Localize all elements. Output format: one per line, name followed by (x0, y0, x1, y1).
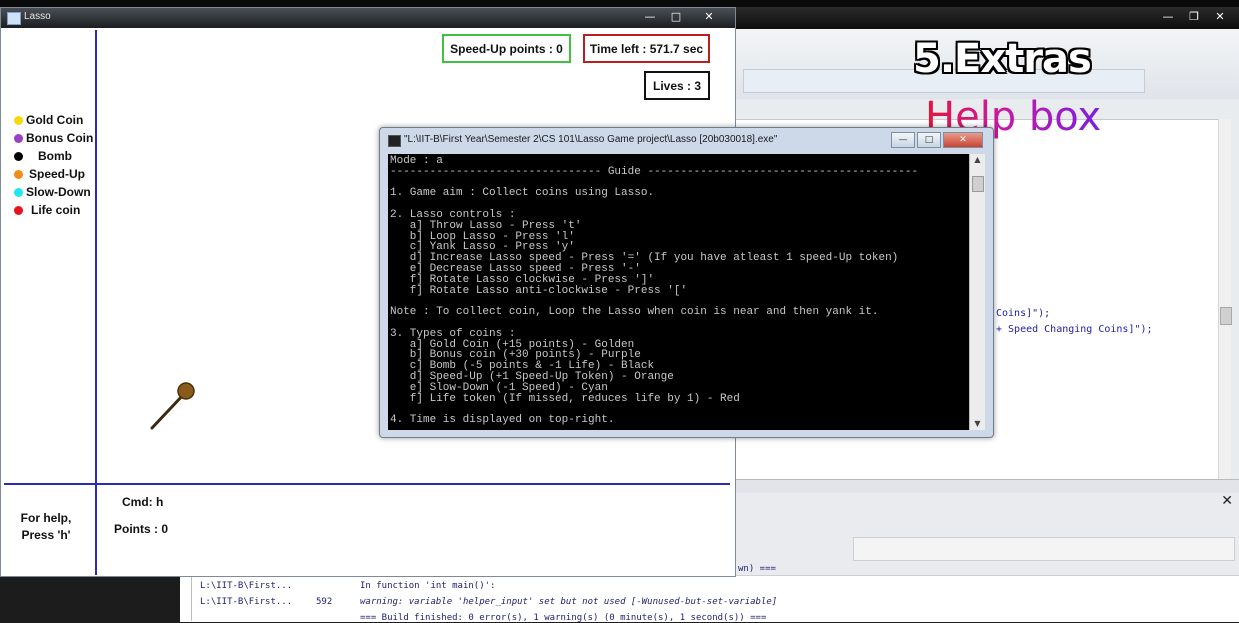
minimize-button[interactable]: — (637, 9, 663, 25)
build-log-file: L:\IIT-B\First... (200, 597, 293, 607)
build-log-file: L:\IIT-B\First... (200, 581, 293, 591)
build-log-warning: warning: variable 'helper_input' set but… (360, 597, 778, 607)
code-line: + Speed Changing Coins]"); (996, 324, 1153, 335)
console-minimize-button[interactable]: — (891, 132, 915, 148)
legend-label: Bonus Coin (26, 131, 94, 145)
console-window-controls: — □ ✕ (891, 132, 983, 148)
maximize-button[interactable]: □ (663, 9, 689, 25)
legend-label: Bomb (38, 149, 72, 163)
time-left-box: Time left : 571.7 sec (583, 34, 710, 63)
build-log-message: In function 'int main()': (360, 581, 496, 591)
legend-item: Bomb (14, 149, 72, 163)
help-hint-line1: For help, (20, 511, 72, 525)
ide-titlebar: — ❐ ✕ (733, 7, 1239, 29)
app-icon (7, 12, 21, 25)
ide-minimize-button[interactable]: — (1155, 9, 1181, 25)
console-title: "L:\IIT-B\First Year\Semester 2\CS 101\L… (404, 134, 778, 145)
coin-dot-icon (14, 187, 23, 197)
points-display: Points : 0 (114, 522, 169, 536)
code-line: Coins]"); (996, 308, 1051, 319)
ide-separator (733, 479, 1239, 494)
ide-panel-close-icon[interactable]: ✕ (1221, 493, 1233, 509)
legend-item: Bonus Coin (14, 131, 93, 145)
legend-label: Life coin (31, 203, 81, 217)
speed-up-points-box: Speed-Up points : 0 (442, 34, 571, 63)
scroll-down-icon[interactable]: ▼ (970, 418, 985, 430)
lasso-loop-icon (177, 382, 195, 400)
lasso-window-title: Lasso (24, 11, 51, 22)
legend-item: Gold Coin (14, 113, 83, 127)
help-hint: For help, Press 'h' (18, 510, 74, 544)
overlay-title: 5.Extras (913, 36, 1092, 82)
lasso-titlebar: Lasso — □ ✕ (1, 8, 735, 28)
console-scrollbar[interactable]: ▲ ▼ (969, 154, 985, 430)
ide-window-controls: — ❐ ✕ (1155, 9, 1233, 25)
lives-box: Lives : 3 (644, 71, 710, 100)
legend-item: Life coin (14, 203, 80, 217)
scroll-up-icon[interactable]: ▲ (970, 154, 985, 166)
coin-dot-icon (14, 205, 23, 215)
ide-editor-scrollbar[interactable] (1218, 119, 1232, 479)
legend-label: Speed-Up (29, 167, 86, 181)
coin-dot-icon (14, 151, 23, 161)
left-divider (95, 30, 97, 575)
coin-dot-icon (14, 169, 23, 179)
top-band (0, 0, 1239, 7)
console-close-button[interactable]: ✕ (943, 132, 983, 148)
build-log-line: 592 (316, 597, 333, 607)
ide-close-button[interactable]: ✕ (1207, 9, 1233, 25)
coin-dot-icon (14, 115, 23, 125)
console-window: "L:\IIT-B\First Year\Semester 2\CS 101\L… (379, 127, 994, 438)
ide-maximize-button[interactable]: ❐ (1181, 9, 1207, 25)
coin-dot-icon (14, 133, 23, 143)
build-log-message: wn) === (738, 564, 776, 574)
ide-scroll-thumb[interactable] (1220, 307, 1232, 325)
lasso-window-controls: — □ ✕ (637, 9, 729, 25)
build-log-message: === Build finished: 0 error(s), 1 warnin… (360, 613, 767, 623)
ide-log-tabs (853, 537, 1235, 561)
build-log-divider (191, 575, 192, 621)
console-app-icon (388, 135, 401, 147)
legend-label: Slow-Down (26, 185, 91, 199)
cmd-display: Cmd: h (122, 495, 164, 509)
console-text: Mode : a -------------------------------… (390, 155, 919, 427)
console-scroll-thumb[interactable] (972, 176, 984, 192)
legend-item: Speed-Up (14, 167, 85, 181)
lasso-rope (150, 382, 195, 430)
legend-label: Gold Coin (26, 113, 84, 127)
legend-item: Slow-Down (14, 185, 91, 199)
console-output[interactable]: Mode : a -------------------------------… (388, 154, 979, 430)
help-hint-line2: Press 'h' (21, 528, 71, 542)
close-button[interactable]: ✕ (689, 9, 729, 25)
console-maximize-button[interactable]: □ (917, 132, 941, 148)
bottom-divider (4, 483, 730, 485)
